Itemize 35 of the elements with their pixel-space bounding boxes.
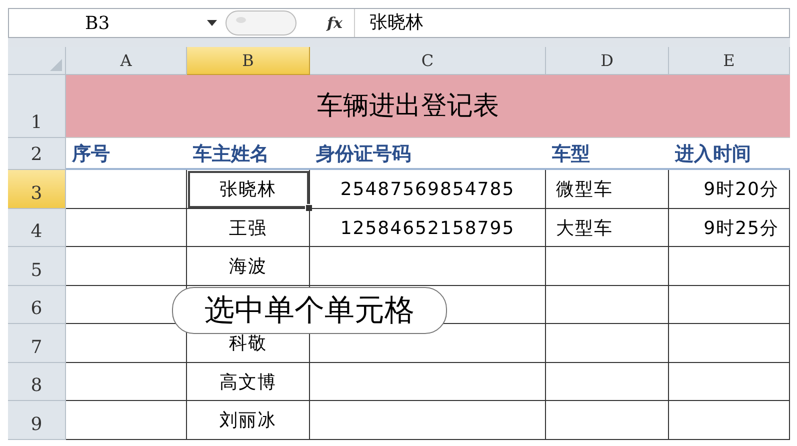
table-cell: 9时25分 bbox=[669, 208, 790, 247]
column-heading: 序号 bbox=[66, 138, 187, 170]
column-heading: 车主姓名 bbox=[187, 138, 310, 170]
table-cell: 刘丽冰 bbox=[187, 401, 310, 440]
row-header[interactable]: 1 bbox=[8, 75, 66, 138]
formula-field[interactable]: 张晓林 bbox=[354, 9, 789, 37]
row-header[interactable]: 9 bbox=[8, 401, 66, 440]
table-cell: 大型车 bbox=[546, 208, 669, 247]
row-header[interactable]: 7 bbox=[8, 324, 66, 362]
table-cell: 张晓林 bbox=[187, 170, 310, 208]
column-header[interactable]: E bbox=[669, 47, 790, 75]
function-label[interactable]: fx bbox=[327, 14, 342, 32]
column-header[interactable]: A bbox=[66, 47, 187, 75]
row-header[interactable]: 6 bbox=[8, 286, 66, 324]
callout-bubble: 选中单个单元格 bbox=[172, 287, 447, 334]
row-header[interactable]: 4 bbox=[8, 208, 66, 247]
table-title: 车辆进出登记表 bbox=[66, 75, 790, 138]
column-header[interactable]: C bbox=[310, 47, 546, 75]
column-header[interactable]: B bbox=[187, 47, 310, 75]
row-header[interactable]: 5 bbox=[8, 247, 66, 286]
column-heading: 进入时间 bbox=[669, 138, 790, 170]
column-heading: 车型 bbox=[546, 138, 669, 170]
column-header[interactable]: D bbox=[546, 47, 669, 75]
table-cell: 高文博 bbox=[187, 362, 310, 401]
table-cell: 微型车 bbox=[546, 170, 669, 208]
table-cell: 9时20分 bbox=[669, 170, 790, 208]
row-header[interactable]: 8 bbox=[8, 362, 66, 401]
column-heading: 身份证号码 bbox=[310, 138, 546, 170]
name-box[interactable]: B3 bbox=[9, 12, 189, 34]
table-cell: 王强 bbox=[187, 208, 310, 247]
table-cell: 海波 bbox=[187, 247, 310, 286]
row-header[interactable]: 3 bbox=[8, 170, 66, 208]
table-cell: 25487569854785 bbox=[310, 170, 546, 208]
table-cell: 12584652158795 bbox=[310, 208, 546, 247]
row-header[interactable]: 2 bbox=[8, 138, 66, 170]
